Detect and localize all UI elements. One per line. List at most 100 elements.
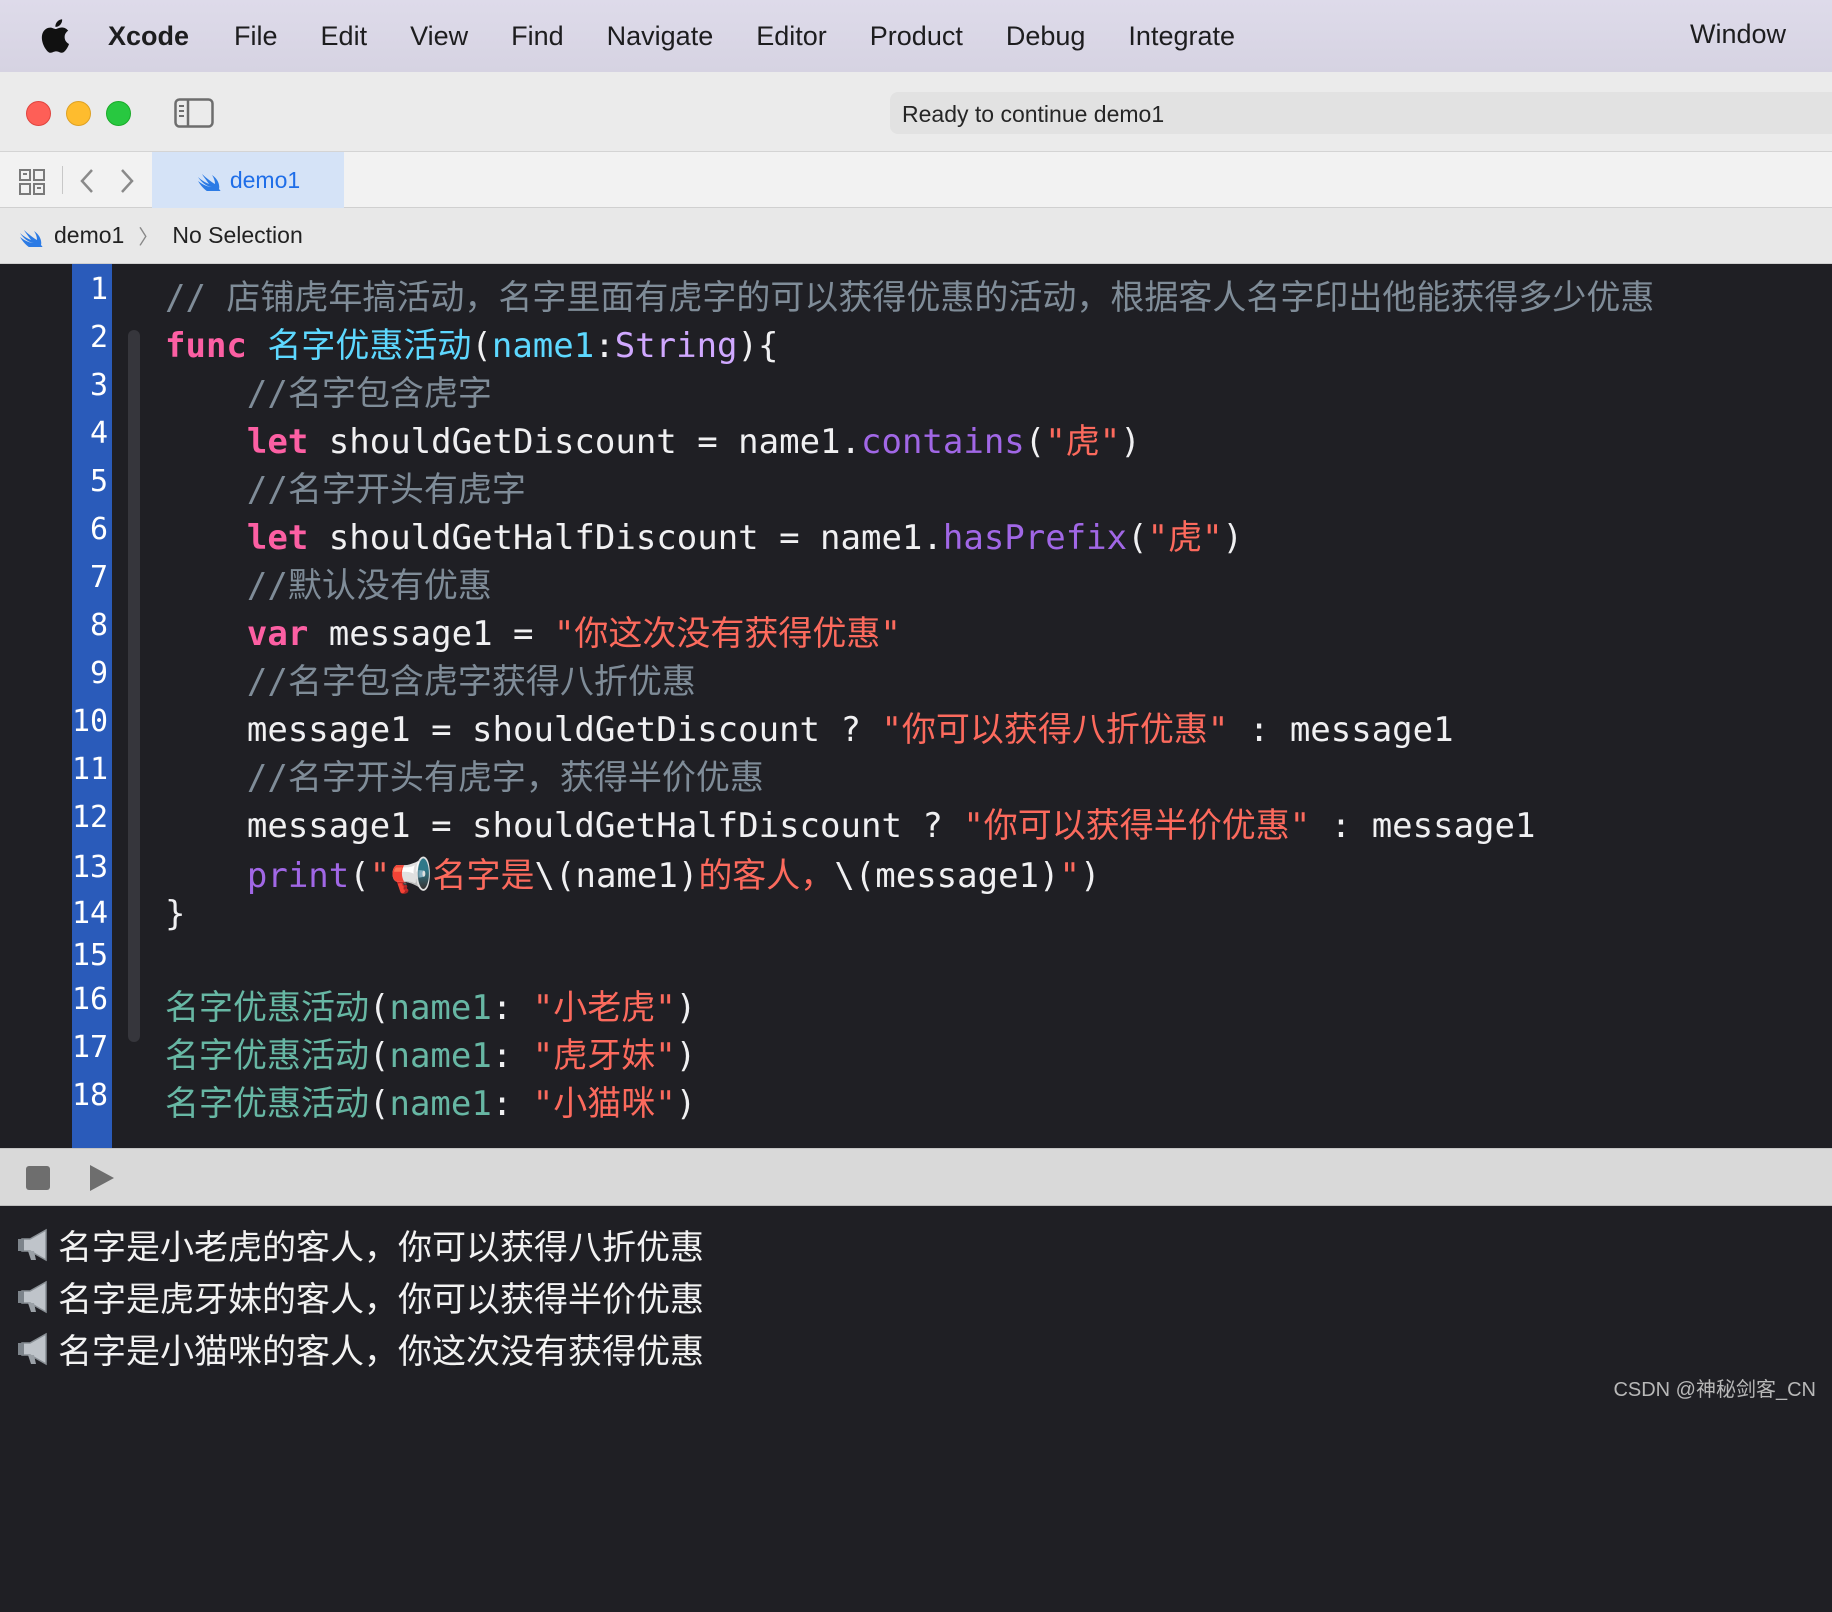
menu-view[interactable]: View <box>410 21 468 52</box>
code-token-method: print <box>246 856 350 896</box>
menu-editor[interactable]: Editor <box>756 21 827 52</box>
code-token-str: "虎" <box>1147 518 1223 558</box>
code-token-plain: message1 = <box>308 614 554 654</box>
code-token-plain: } <box>165 894 186 934</box>
tab-divider <box>62 166 63 194</box>
code-line[interactable]: //名字开头有虎字，获得半价优惠 <box>165 750 764 799</box>
code-folding-ribbon[interactable] <box>128 330 140 1042</box>
code-line[interactable]: // 店铺虎年搞活动，名字里面有虎字的可以获得优惠的活动，根据客人名字印出他能获… <box>165 270 1654 319</box>
title-bar: Ready to continue demo1 <box>0 72 1832 152</box>
code-token-plain: \(name1) <box>534 856 699 896</box>
code-token-str: "📢名字是 <box>369 856 535 896</box>
code-line[interactable]: 名字优惠活动(name1: "虎牙妹") <box>165 1028 696 1077</box>
minimize-window-button[interactable] <box>66 101 91 126</box>
code-token-comment: //名字包含虎字 <box>246 374 492 414</box>
line-number[interactable]: 18 <box>72 1078 112 1113</box>
code-editor[interactable]: 1 2 3 4 5 6 7 8 9 10 11 12 13 14 15 16 17 18 // 店铺虎年搞活动，名… <box>0 264 1832 1300</box>
close-window-button[interactable] <box>26 101 51 126</box>
menu-debug[interactable]: Debug <box>1006 21 1086 52</box>
tab-bar: demo1 <box>0 152 1832 208</box>
menu-edit[interactable]: Edit <box>321 21 368 52</box>
code-token-plain: ( <box>369 1036 390 1076</box>
code-token-str: "虎" <box>1045 422 1121 462</box>
line-number[interactable]: 6 <box>72 512 112 547</box>
line-number[interactable]: 12 <box>72 800 112 835</box>
code-line[interactable]: func 名字优惠活动(name1:String){ <box>165 318 778 367</box>
line-number[interactable]: 15 <box>72 938 112 973</box>
code-token-plain: ( <box>369 1084 390 1124</box>
swift-icon <box>196 169 222 193</box>
menu-xcode[interactable]: Xcode <box>108 21 189 52</box>
console-line: 名字是小老虎的客人，你可以获得八折优惠 <box>16 1220 704 1269</box>
line-number[interactable]: 1 <box>72 272 112 307</box>
code-token-plain: ) <box>675 1084 697 1124</box>
line-number[interactable]: 16 <box>72 982 112 1017</box>
line-number[interactable]: 2 <box>72 320 112 355</box>
line-number[interactable]: 3 <box>72 368 112 403</box>
zoom-window-button[interactable] <box>106 101 131 126</box>
code-line[interactable]: //名字包含虎字 <box>165 366 492 415</box>
code-line[interactable]: //默认没有优惠 <box>165 558 492 607</box>
code-line[interactable]: } <box>165 894 185 934</box>
code-line[interactable]: var message1 = "你这次没有获得优惠" <box>165 606 901 655</box>
console-line-text: 名字是小猫咪的客人，你这次没有获得优惠 <box>58 1332 704 1372</box>
chevron-right-icon[interactable] <box>116 166 138 196</box>
swift-icon <box>18 225 44 249</box>
jump-bar-selection[interactable]: No Selection <box>172 222 302 249</box>
menu-window[interactable]: Window <box>1690 19 1786 50</box>
line-number[interactable]: 4 <box>72 416 112 451</box>
debug-bar <box>0 1148 1832 1206</box>
tab-demo1[interactable]: demo1 <box>152 152 344 208</box>
menu-file[interactable]: File <box>234 21 278 52</box>
code-line[interactable]: 名字优惠活动(name1: "小老虎") <box>165 980 696 1029</box>
line-number[interactable]: 11 <box>72 752 112 787</box>
menu-navigate[interactable]: Navigate <box>607 21 714 52</box>
code-token-plain: ){ <box>737 326 779 366</box>
line-number[interactable]: 5 <box>72 464 112 499</box>
code-line[interactable]: //名字包含虎字获得八折优惠 <box>165 654 696 703</box>
play-icon[interactable] <box>86 1163 116 1193</box>
code-line[interactable]: 名字优惠活动(name1: "小猫咪") <box>165 1076 696 1125</box>
code-token-plain: shouldGetDiscount = name1. <box>308 422 861 462</box>
code-token-str: "小猫咪" <box>532 1084 676 1124</box>
megaphone-icon <box>16 1227 56 1263</box>
line-number[interactable]: 14 <box>72 896 112 931</box>
code-token-method: contains <box>861 422 1025 462</box>
code-token-plain: ) <box>1222 518 1244 558</box>
line-number[interactable]: 8 <box>72 608 112 643</box>
apple-logo-icon[interactable] <box>40 19 70 53</box>
code-line[interactable]: //名字开头有虎字 <box>165 462 526 511</box>
code-token-plain: : <box>491 1084 533 1124</box>
code-token-plain: \(message1) <box>834 856 1060 896</box>
code-line[interactable]: let shouldGetHalfDiscount = name1.hasPre… <box>165 510 1243 559</box>
menu-find[interactable]: Find <box>511 21 564 52</box>
line-number[interactable]: 10 <box>72 704 112 739</box>
code-line[interactable]: print("📢名字是\(name1)的客人，\(message1)") <box>165 848 1101 897</box>
console-output[interactable]: 名字是小老虎的客人，你可以获得八折优惠名字是虎牙妹的客人，你可以获得半价优惠 名字… <box>0 1206 1832 1412</box>
menu-product[interactable]: Product <box>870 21 963 52</box>
line-number[interactable]: 7 <box>72 560 112 595</box>
jump-bar-project[interactable]: demo1 <box>54 222 124 249</box>
code-line[interactable]: let shouldGetDiscount = name1.contains("… <box>165 414 1141 463</box>
chevron-left-icon[interactable] <box>76 166 98 196</box>
code-line[interactable]: message1 = shouldGetDiscount ? "你可以获得八折优… <box>165 702 1454 751</box>
stop-icon[interactable] <box>26 1166 50 1190</box>
line-number-gutter[interactable]: 1 2 3 4 5 6 7 8 9 10 11 12 13 14 15 16 17 18 <box>72 264 112 1264</box>
line-number[interactable]: 13 <box>72 850 112 885</box>
code-token-comment: //默认没有优惠 <box>246 566 492 606</box>
line-number[interactable]: 17 <box>72 1030 112 1065</box>
code-token-func: 名字优惠活动 <box>165 1036 369 1076</box>
related-items-grid-icon[interactable] <box>18 168 46 196</box>
code-token-kw: var <box>246 614 309 654</box>
code-token-plain: ( <box>369 988 390 1028</box>
line-number[interactable]: 9 <box>72 656 112 691</box>
menu-integrate[interactable]: Integrate <box>1128 21 1235 52</box>
jump-bar: demo1 〉 No Selection <box>0 208 1832 264</box>
console-line-text: 名字是虎牙妹的客人，你可以获得半价优惠 <box>58 1280 704 1320</box>
sidebar-toggle-icon[interactable] <box>174 98 214 128</box>
code-line[interactable]: message1 = shouldGetHalfDiscount ? "你可以获… <box>165 798 1536 847</box>
